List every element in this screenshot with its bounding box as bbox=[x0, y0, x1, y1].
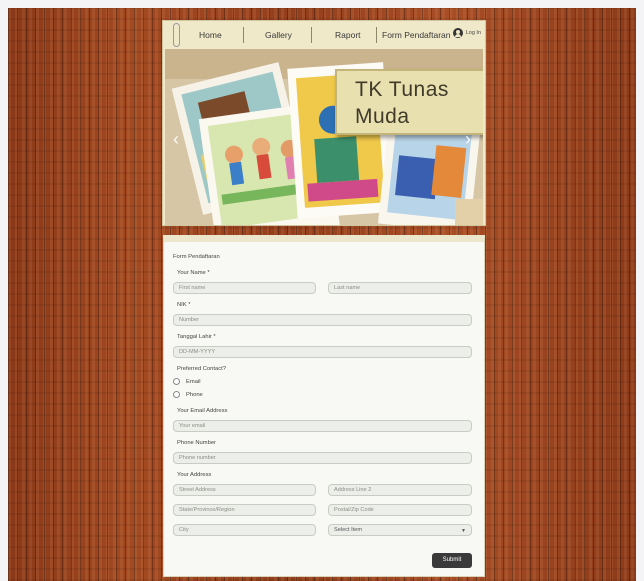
radio-email-label: Email bbox=[186, 379, 201, 385]
top-navigation: Home Gallery Raport Form Pendaftaran Log… bbox=[163, 21, 485, 49]
caret-down-icon: ▼ bbox=[461, 528, 466, 534]
submit-button[interactable]: Submit bbox=[432, 553, 472, 568]
radio-phone-label: Phone bbox=[186, 392, 203, 398]
email-input[interactable]: Your email bbox=[173, 420, 472, 432]
site-header: Home Gallery Raport Form Pendaftaran Log… bbox=[162, 20, 486, 226]
address-line2-input[interactable]: Address Line 2 bbox=[328, 484, 472, 496]
phone-input[interactable]: Phone number bbox=[173, 452, 472, 464]
nav-divider bbox=[243, 27, 244, 43]
select-item-dropdown[interactable]: Select Item ▼ bbox=[328, 524, 472, 536]
nav-form-pendaftaran[interactable]: Form Pendaftaran bbox=[382, 30, 451, 40]
street-address-input[interactable]: Street Address bbox=[173, 484, 316, 496]
nik-input[interactable]: Number bbox=[173, 314, 472, 326]
postal-code-input[interactable]: Postal/Zip Code bbox=[328, 504, 472, 516]
site-title-line1: TK Tunas bbox=[355, 78, 449, 101]
paperclip-icon bbox=[173, 23, 180, 47]
nav-raport[interactable]: Raport bbox=[335, 30, 361, 40]
nav-divider bbox=[311, 27, 312, 43]
address-label: Your Address bbox=[177, 472, 212, 478]
phone-label: Phone Number bbox=[177, 440, 216, 446]
name-label: Your Name * bbox=[177, 270, 210, 276]
radio-phone[interactable] bbox=[173, 391, 180, 398]
hero-slideshow: TK Tunas Muda ‹ › bbox=[165, 49, 483, 225]
city-input[interactable]: City bbox=[173, 524, 316, 536]
dob-input[interactable]: DD-MM-YYYY bbox=[173, 346, 472, 358]
select-item-value: Select Item bbox=[334, 527, 362, 533]
nav-divider bbox=[376, 27, 377, 43]
email-label: Your Email Address bbox=[177, 408, 228, 414]
chevron-right-icon[interactable]: › bbox=[465, 129, 471, 150]
dob-label: Tanggal Lahir * bbox=[177, 334, 216, 340]
registration-form: Form Pendaftaran Your Name * First name … bbox=[163, 235, 485, 577]
first-name-input[interactable]: First name bbox=[173, 282, 316, 294]
site-title-card: TK Tunas Muda bbox=[335, 69, 483, 135]
nik-label: NIK * bbox=[177, 302, 191, 308]
radio-email[interactable] bbox=[173, 378, 180, 385]
nav-gallery[interactable]: Gallery bbox=[265, 30, 292, 40]
avatar-icon bbox=[452, 28, 463, 38]
state-input[interactable]: State/Province/Region bbox=[173, 504, 316, 516]
login-label: Log In bbox=[465, 30, 481, 36]
last-name-input[interactable]: Last name bbox=[328, 282, 472, 294]
site-title-line2: Muda bbox=[355, 105, 410, 128]
contact-label: Preferred Contact? bbox=[177, 366, 226, 372]
form-heading: Form Pendaftaran bbox=[173, 254, 220, 260]
chevron-left-icon[interactable]: ‹ bbox=[173, 129, 179, 150]
login-button[interactable]: Log In bbox=[452, 28, 481, 38]
nav-home[interactable]: Home bbox=[199, 30, 222, 40]
